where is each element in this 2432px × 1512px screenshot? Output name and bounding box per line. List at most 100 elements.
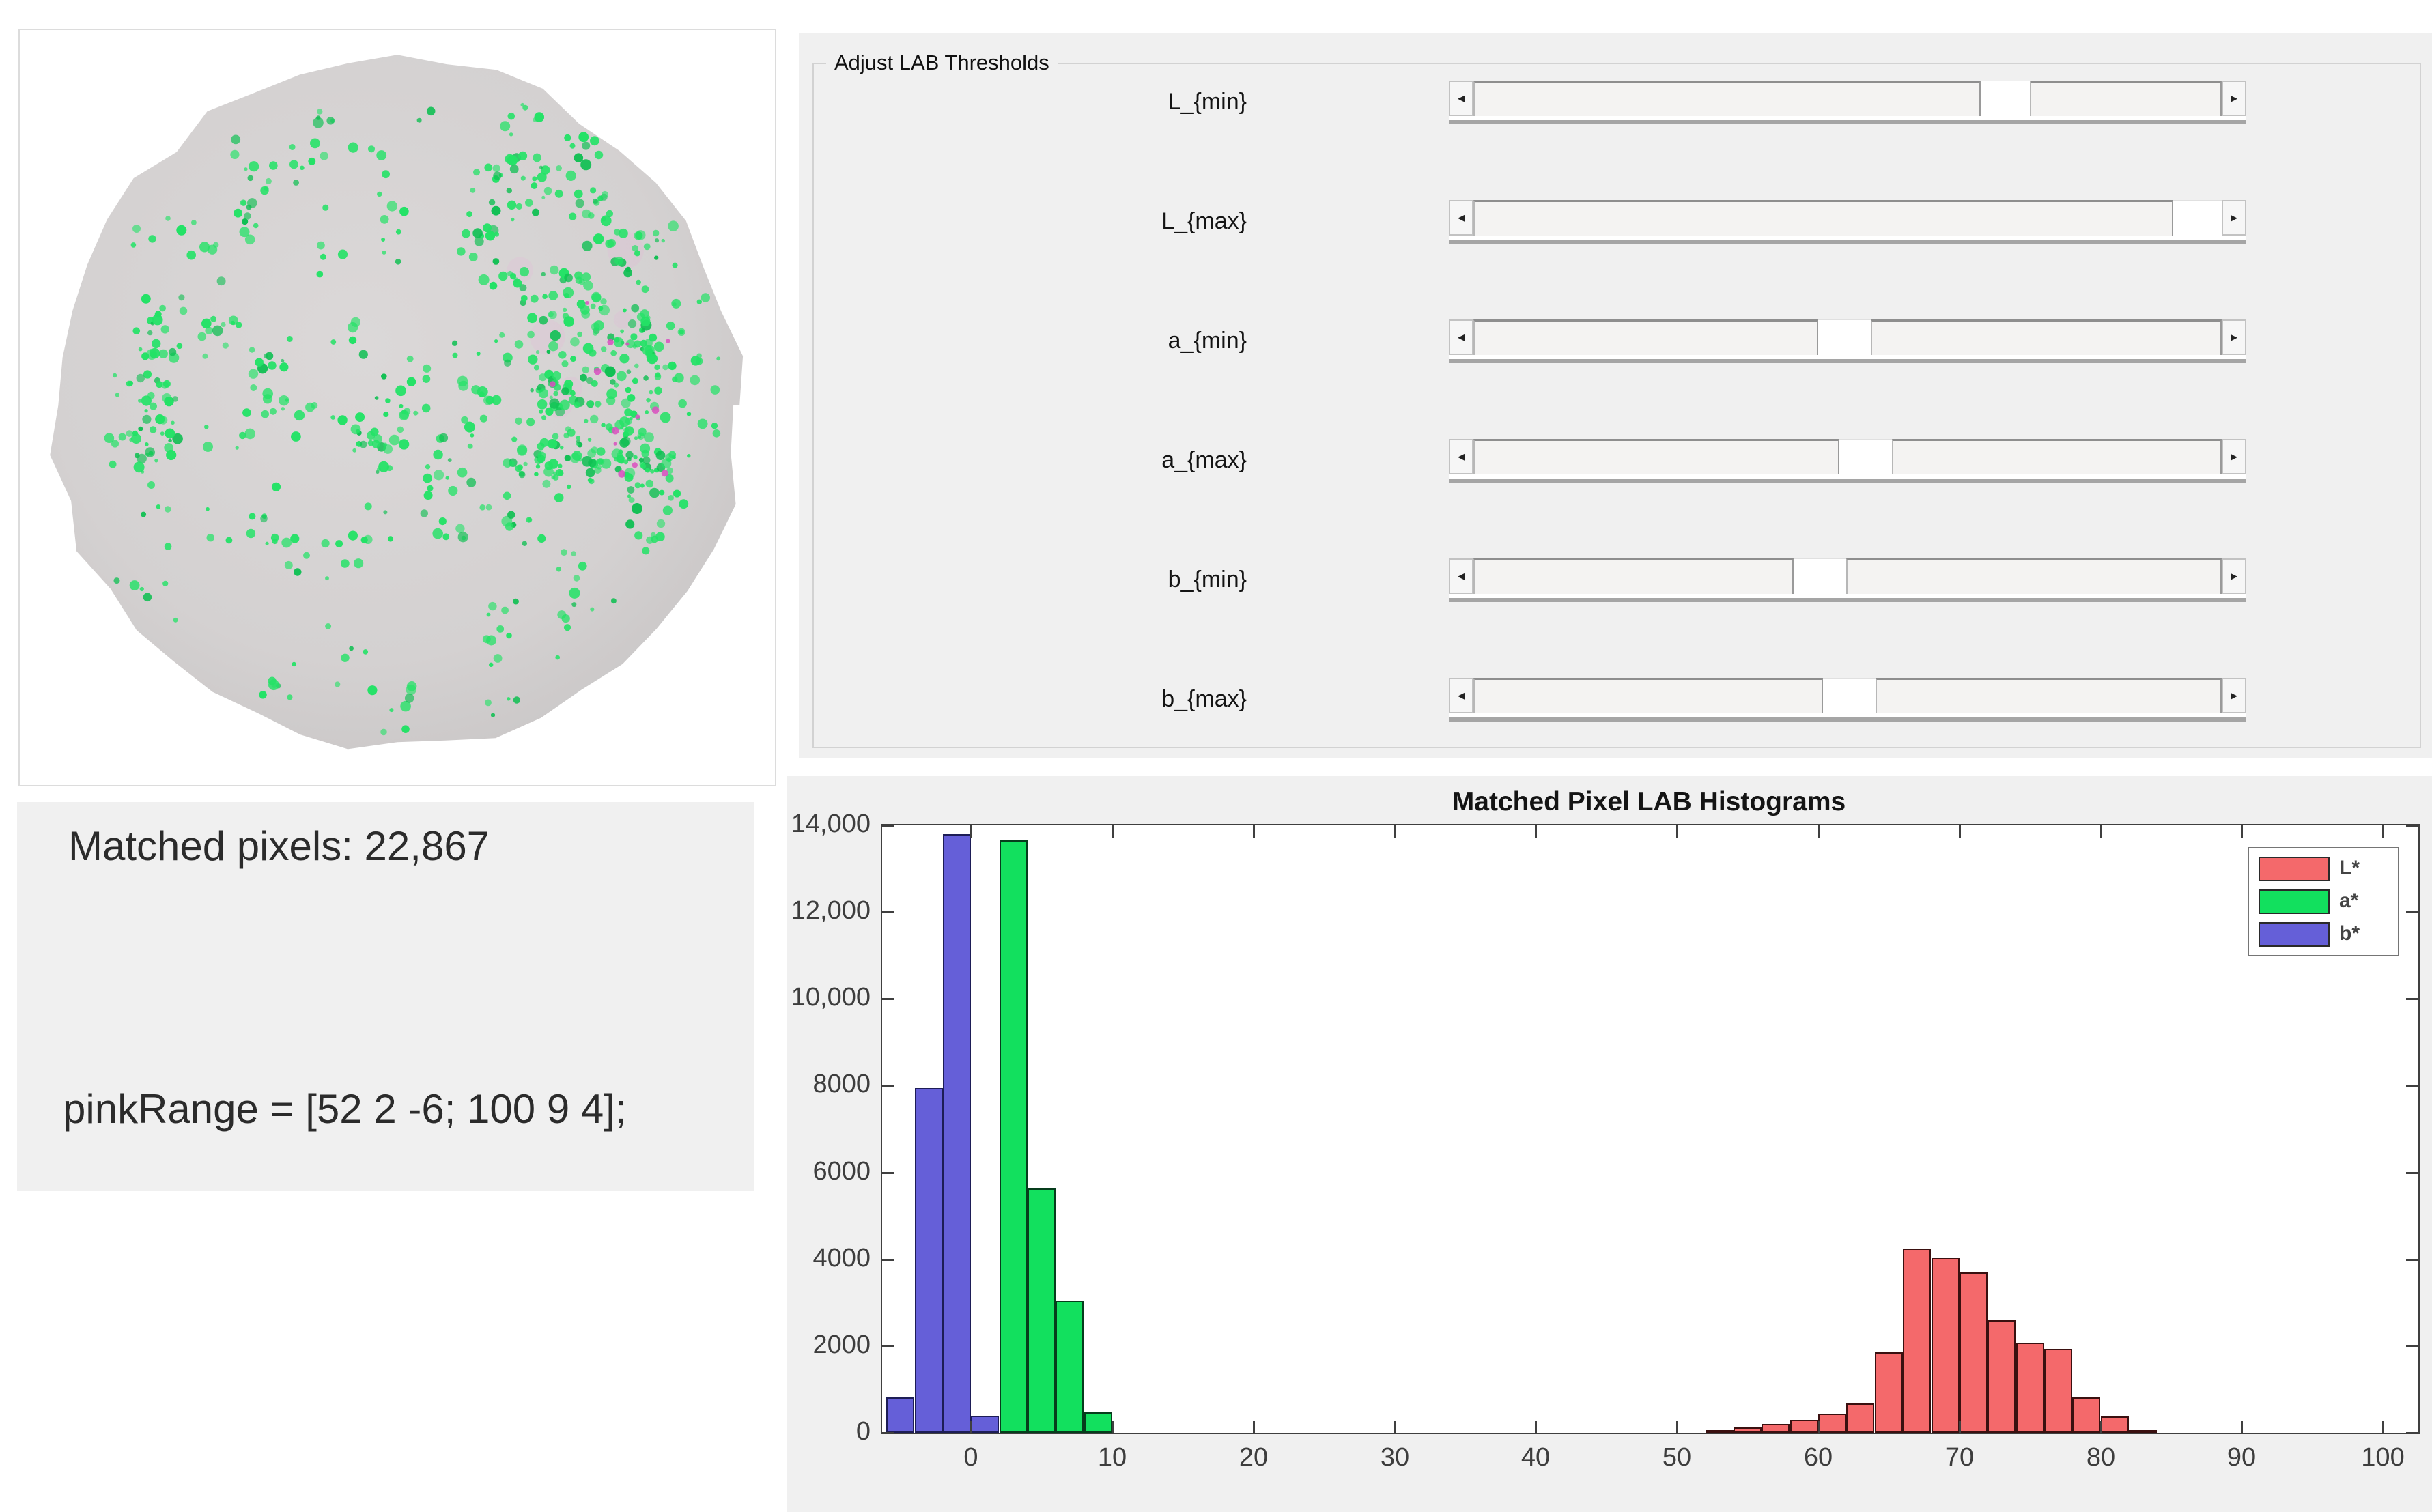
matched-pixel-speck [138, 399, 141, 403]
matched-pixel-speck [320, 152, 328, 160]
slider-trough-right[interactable] [2030, 81, 2222, 116]
matched-pixel-speck [499, 332, 505, 338]
matched-pixel-speck [148, 235, 156, 242]
matched-pixel-speck [627, 486, 635, 494]
matched-pixel-speck [599, 305, 610, 316]
slider-arrow-left-icon[interactable]: ◂ [1449, 319, 1473, 355]
matched-pixel-speck [349, 337, 356, 344]
hist-bar-astar [1000, 840, 1028, 1433]
slider-arrow-right-icon[interactable]: ▸ [2222, 558, 2246, 594]
matched-pixel-speck [610, 379, 616, 385]
matched-pixel-speck [259, 691, 266, 698]
slider-trough-left[interactable] [1473, 558, 1794, 594]
x-tick-mark-top [1676, 825, 1678, 838]
slider-trough-right[interactable] [1846, 558, 2222, 594]
matched-pixel-speck [587, 400, 594, 407]
matched-pixel-speck [549, 399, 559, 409]
slider-thumb[interactable] [1823, 678, 1876, 713]
y-tick-mark-right [2406, 1259, 2418, 1261]
slider-a--min-[interactable]: ◂▸ [1449, 319, 2246, 363]
slider-arrow-left-icon[interactable]: ◂ [1449, 678, 1473, 713]
matched-pixel-speck [623, 268, 632, 277]
matched-pixel-speck [380, 215, 389, 224]
slider-b--max-[interactable]: ◂▸ [1449, 678, 2246, 722]
matched-pixel-speck [484, 164, 492, 172]
slider-arrow-left-icon[interactable]: ◂ [1449, 200, 1473, 236]
slider-thumb[interactable] [1794, 558, 1846, 594]
hist-bar-bstar [971, 1416, 999, 1433]
matched-pixel-speck [534, 365, 539, 371]
matched-pixel-speck [605, 367, 616, 377]
slider-arrow-right-icon[interactable]: ▸ [2222, 319, 2246, 355]
matched-pixel-speck [142, 415, 151, 424]
slider-trough-left[interactable] [1473, 439, 1839, 474]
x-tick-mark [1394, 1421, 1396, 1433]
slider-trough-right[interactable] [1876, 678, 2222, 713]
matched-pixel-speck [687, 454, 690, 457]
matched-pixel-speck [147, 481, 155, 489]
slider-arrow-right-icon[interactable]: ▸ [2222, 200, 2246, 236]
matched-pixel-speck [614, 337, 624, 347]
slider-thumb[interactable] [2173, 200, 2222, 236]
matched-pixel-speck [207, 534, 214, 541]
matched-pixel-speck [433, 450, 442, 459]
slider-arrow-left-icon[interactable]: ◂ [1449, 81, 1473, 116]
slider-thumb[interactable] [1818, 319, 1871, 355]
matched-pixel-speck [592, 293, 602, 302]
slider-thumb[interactable] [1839, 439, 1892, 474]
matched-pixel-speck [643, 375, 649, 381]
matched-pixel-speck [423, 474, 432, 483]
matched-pixel-speck [322, 539, 330, 547]
matched-pixel-speck [425, 464, 430, 469]
slider-thumb[interactable] [1981, 81, 2030, 116]
matched-pixel-speck [679, 499, 688, 509]
matched-pixel-speck [330, 415, 335, 420]
slider-trough-right[interactable] [1871, 319, 2222, 355]
matched-pixel-speck [308, 158, 315, 165]
slider-l--max-[interactable]: ◂▸ [1449, 200, 2246, 244]
matched-pixel-speck [552, 371, 561, 380]
slider-arrow-right-icon[interactable]: ▸ [2222, 81, 2246, 116]
slider-arrow-right-icon[interactable]: ▸ [2222, 439, 2246, 474]
hist-bar-astar [1056, 1301, 1084, 1433]
slider-b--min-[interactable]: ◂▸ [1449, 558, 2246, 602]
matched-pixel-speck [137, 374, 145, 382]
y-tick-mark [882, 1345, 894, 1347]
matched-pixel-speck [588, 438, 592, 442]
matched-pixel-speck [560, 446, 564, 450]
slider-arrow-left-icon[interactable]: ◂ [1449, 439, 1473, 474]
slider-a--max-[interactable]: ◂▸ [1449, 439, 2246, 483]
matched-pixel-speck [427, 485, 433, 491]
matched-pixel-speck [370, 428, 378, 436]
matched-pixel-speck [325, 576, 329, 580]
matched-pixel-speck [618, 470, 625, 478]
x-tick-label: 0 [923, 1443, 1019, 1472]
matched-pixel-speck [249, 369, 258, 379]
matched-pixel-speck [576, 199, 584, 208]
hist-bar-Lstar [1762, 1424, 1790, 1433]
matched-pixel-speck [544, 187, 552, 195]
matched-pixel-speck [458, 532, 468, 542]
slider-l--min-[interactable]: ◂▸ [1449, 81, 2246, 124]
slider-arrow-right-icon[interactable]: ▸ [2222, 678, 2246, 713]
matched-pixel-speck [383, 412, 388, 417]
matched-pixel-speck [509, 132, 513, 136]
slider-trough-left[interactable] [1473, 678, 1823, 713]
matched-pixel-speck [176, 225, 186, 236]
plot-area: 0102030405060708090100020004000600080001… [881, 824, 2420, 1434]
matched-pixel-speck [558, 470, 563, 476]
slider-trough-left[interactable] [1473, 319, 1818, 355]
slider-trough-right[interactable] [1892, 439, 2222, 474]
matched-pixel-speck [377, 192, 382, 197]
matched-pixel-speck [439, 517, 447, 525]
matched-pixel-speck [574, 272, 582, 280]
slider-trough-left[interactable] [1473, 200, 2173, 236]
matched-pixel-speck [673, 302, 676, 306]
matched-pixel-speck [417, 118, 422, 123]
matched-pixel-speck [489, 199, 495, 205]
slider-trough-left[interactable] [1473, 81, 1981, 116]
matched-pixel-speck [561, 549, 567, 556]
matched-pixel-speck [653, 230, 660, 237]
matched-pixel-speck [473, 169, 480, 175]
slider-arrow-left-icon[interactable]: ◂ [1449, 558, 1473, 594]
